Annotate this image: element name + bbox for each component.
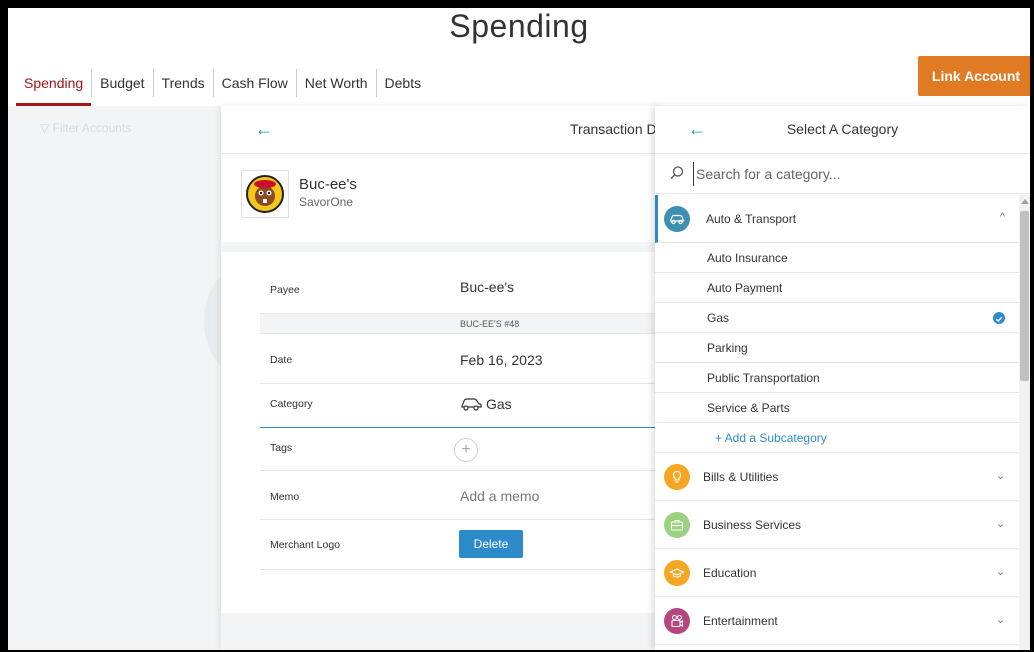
tab-spending[interactable]: Spending: [16, 69, 92, 107]
category-label: Education: [703, 566, 757, 580]
merchant-logo-row: Merchant Logo Delete: [260, 520, 661, 570]
category-header: ← Select A Category: [655, 106, 1030, 154]
memo-input[interactable]: Add a memo: [460, 488, 539, 504]
detail-title: Transaction D: [570, 121, 657, 137]
chevron-down-icon[interactable]: ⌄: [996, 613, 1005, 626]
scrollbar-thumb[interactable]: [1020, 211, 1029, 381]
filter-accounts-button[interactable]: ▽ Filter Accounts: [40, 121, 131, 135]
chevron-down-icon[interactable]: ⌄: [996, 565, 1005, 578]
memo-row[interactable]: Memo Add a memo: [260, 471, 661, 520]
beaver-logo-icon: [246, 175, 284, 213]
film-camera-icon: [664, 608, 690, 634]
payee-value[interactable]: Buc-ee's: [460, 279, 514, 295]
payee-row[interactable]: Payee Buc-ee's: [260, 264, 661, 314]
merchant-logo: [241, 170, 289, 218]
category-value: Gas: [486, 396, 512, 412]
add-tag-button[interactable]: +: [454, 438, 478, 462]
subcategory-item[interactable]: Parking: [655, 333, 1019, 363]
subcategory-item[interactable]: Auto Payment: [655, 273, 1019, 303]
detail-footer: [221, 613, 661, 650]
category-label: Category: [270, 398, 313, 410]
category-search-bar: [655, 154, 1030, 194]
delete-logo-button[interactable]: Delete: [459, 530, 523, 558]
chevron-up-icon[interactable]: ^: [1000, 211, 1005, 223]
category-selector-panel: ← Select A Category Auto & Transport: [655, 106, 1030, 650]
transaction-fields: Payee Buc-ee's BUC-EE'S #48 Date Feb 16,…: [260, 252, 661, 570]
graduation-cap-icon: [664, 560, 690, 586]
category-panel-title: Select A Category: [786, 121, 899, 137]
add-subcategory-label: + Add a Subcategory: [715, 431, 827, 445]
subcategory-item[interactable]: Public Transportation: [655, 363, 1019, 393]
tab-debts[interactable]: Debts: [375, 69, 430, 97]
checkmark-icon: [993, 312, 1005, 324]
merchant-name: Buc-ee's: [299, 176, 357, 193]
page-title: Spending: [449, 8, 589, 44]
section-divider: [221, 242, 661, 252]
lightbulb-icon: [664, 464, 690, 490]
merchant-summary: Buc-ee's SavorOne: [221, 154, 661, 242]
subcategory-label: Public Transportation: [707, 371, 820, 385]
subcategory-item-selected[interactable]: Gas: [655, 303, 1019, 333]
payee-label: Payee: [270, 284, 300, 296]
subcategory-label: Auto Payment: [707, 281, 783, 295]
payee-original-description: BUC-EE'S #48: [260, 314, 661, 334]
category-search-input[interactable]: [693, 162, 1013, 186]
filter-icon: ▽: [40, 121, 50, 135]
transaction-detail-panel: ← Transaction D Buc-ee's SavorOne Payee …: [221, 106, 661, 650]
date-label: Date: [270, 354, 293, 366]
app-window: Spending Spending Budget Trends Cash Flo…: [8, 8, 1030, 650]
tags-label: Tags: [270, 442, 293, 454]
date-value[interactable]: Feb 16, 2023: [460, 352, 543, 368]
scroll-up-arrow-icon[interactable]: [1021, 199, 1029, 204]
subcategory-label: Parking: [707, 341, 748, 355]
back-arrow-icon[interactable]: ←: [255, 119, 273, 140]
car-icon: [664, 206, 690, 232]
category-auto-transport[interactable]: Auto & Transport ^: [655, 195, 1019, 243]
tab-cash-flow[interactable]: Cash Flow: [212, 69, 296, 97]
add-subcategory-link[interactable]: + Add a Subcategory: [655, 423, 1019, 453]
main-tabs: Spending Budget Trends Cash Flow Net Wor…: [16, 63, 430, 107]
payee-raw-text: BUC-EE'S #48: [460, 319, 520, 329]
category-value-wrapper[interactable]: Gas: [460, 396, 512, 412]
chevron-down-icon[interactable]: ⌄: [996, 517, 1005, 530]
chevron-down-icon[interactable]: ⌄: [996, 469, 1005, 482]
subcategory-item[interactable]: Auto Insurance: [655, 243, 1019, 273]
filter-accounts-label: Filter Accounts: [52, 121, 132, 135]
tags-row: Tags +: [260, 428, 661, 471]
subcategory-item[interactable]: Service & Parts: [655, 393, 1019, 423]
category-list: Auto & Transport ^ Auto Insurance Auto P…: [655, 195, 1019, 650]
category-label: Bills & Utilities: [703, 470, 779, 484]
merchant-logo-label: Merchant Logo: [270, 539, 341, 551]
detail-header: ← Transaction D: [221, 106, 661, 154]
search-icon: [670, 166, 684, 180]
category-label: Business Services: [703, 518, 802, 532]
car-icon: [461, 398, 482, 411]
tab-net-worth[interactable]: Net Worth: [295, 69, 376, 97]
memo-label: Memo: [270, 491, 300, 503]
tab-budget[interactable]: Budget: [91, 69, 152, 97]
category-label: Entertainment: [703, 614, 778, 628]
category-label: Auto & Transport: [706, 212, 797, 226]
date-row[interactable]: Date Feb 16, 2023: [260, 334, 661, 384]
subcategory-label: Gas: [707, 311, 730, 325]
category-entertainment[interactable]: Entertainment ⌄: [655, 597, 1019, 645]
account-name: SavorOne: [299, 195, 354, 209]
category-scrollbar[interactable]: [1019, 195, 1030, 650]
subcategory-label: Service & Parts: [707, 401, 790, 415]
category-education[interactable]: Education ⌄: [655, 549, 1019, 597]
briefcase-icon: [664, 512, 690, 538]
tab-trends[interactable]: Trends: [152, 69, 213, 97]
link-account-button[interactable]: Link Account: [918, 56, 1030, 96]
category-row[interactable]: Category Gas: [260, 384, 661, 428]
subcategory-label: Auto Insurance: [707, 251, 788, 265]
category-business-services[interactable]: Business Services ⌄: [655, 501, 1019, 549]
category-bills-utilities[interactable]: Bills & Utilities ⌄: [655, 453, 1019, 501]
